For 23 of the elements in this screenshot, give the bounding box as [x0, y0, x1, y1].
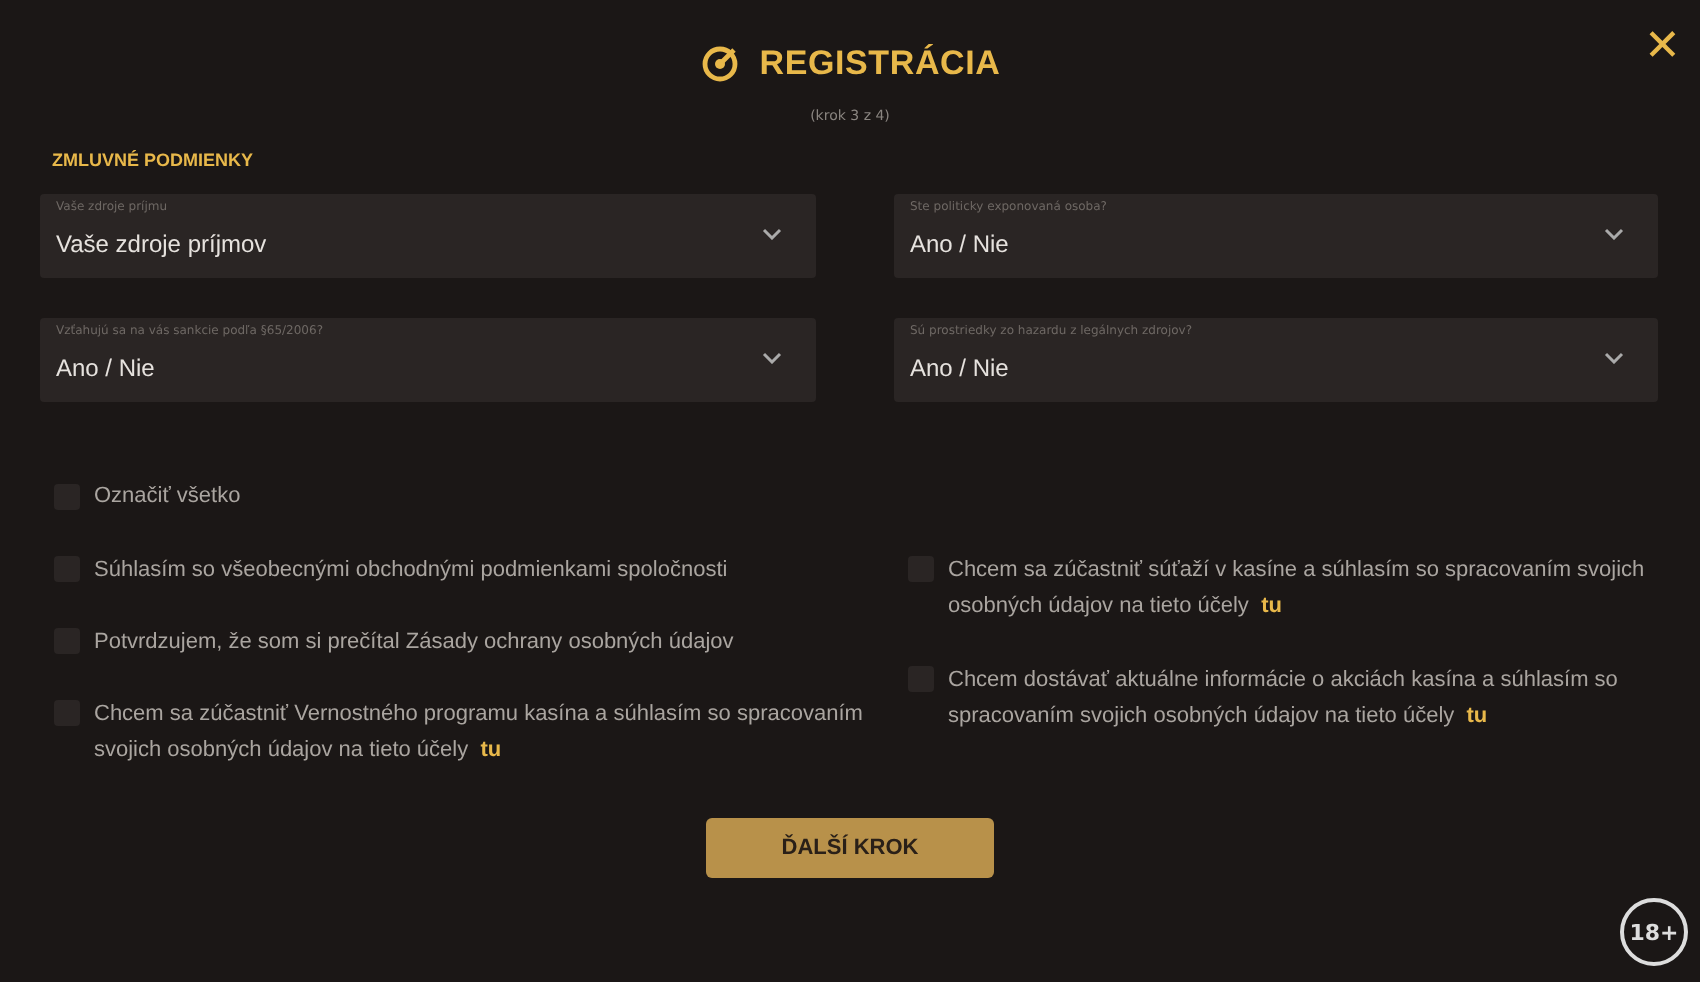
field-value: Vaše zdroje príjmov — [56, 230, 267, 258]
consent-text: Chcem dostávať aktuálne informácie o akciách kasína a súhlasím so spracovaním svojich osobných údajov na tieto účely tu — [948, 666, 1620, 732]
link[interactable]: tu — [1261, 594, 1282, 618]
consent-text: Chcem sa zúčastniť súťaží v kasíne a súhlasím so spracovaním svojich osobných údajov na tieto účely tu — [948, 556, 1647, 622]
chevron-icon — [762, 352, 782, 364]
field-value: Ano / Nie — [910, 230, 1009, 258]
close-button[interactable]: ✕ — [1632, 16, 1692, 76]
field-value: Ano / Nie — [56, 354, 155, 382]
checkbox-label: Označiť všetko — [94, 482, 241, 512]
dialog-title: REGISTRÁCIA — [759, 44, 1001, 84]
consent-text: Súhlasím so všeobecnými obchodnými podmienkami spoločnosti — [94, 556, 728, 586]
next-step-button[interactable]: ĎALŠÍ KROK — [706, 818, 994, 878]
link[interactable]: tu — [1466, 704, 1488, 728]
section-heading: ZMLUVNÉ PODMIENKY — [52, 150, 254, 170]
chevron-icon — [1604, 228, 1624, 240]
consent-text: Chcem sa zúčastniť Vernostného programu kasína a súhlasím so spracovaním svojich osobných údajov na tieto účely tu — [94, 700, 865, 766]
consent-text: Potvrdzujem, že som si prečítal Zásady ochrany osobných údajov — [94, 628, 734, 658]
chevron-icon — [1604, 352, 1624, 364]
age-badge: 18+ — [1620, 898, 1688, 966]
field-value: Ano / Nie — [910, 354, 1009, 382]
link[interactable]: tu — [480, 738, 502, 762]
target-icon — [699, 44, 740, 84]
chevron-icon — [762, 228, 782, 240]
